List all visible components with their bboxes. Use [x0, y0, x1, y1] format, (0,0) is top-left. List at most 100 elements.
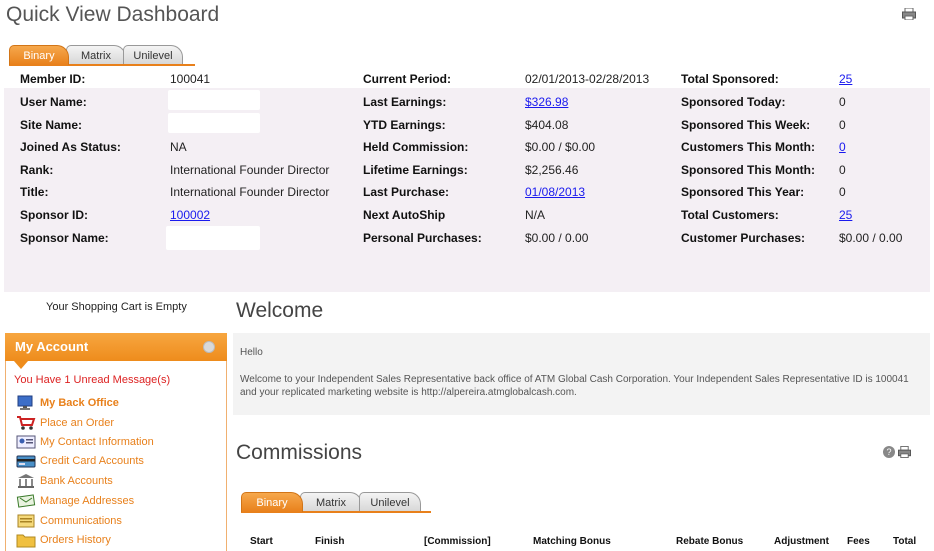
sidebar-item-contact-information[interactable]: My Contact Information: [16, 433, 154, 451]
user-name-blank: [168, 90, 260, 110]
sponsor-name-label: Sponsor Name:: [20, 231, 109, 245]
tab-binary[interactable]: Binary: [9, 45, 69, 65]
sidebar-item-label: Place an Order: [40, 417, 114, 429]
sidebar-item-bank-accounts[interactable]: Bank Accounts: [16, 472, 113, 490]
lifetime-earnings-label: Lifetime Earnings:: [363, 163, 468, 177]
lifetime-earnings-value: $2,256.46: [525, 163, 579, 177]
tab-unilevel[interactable]: Unilevel: [123, 45, 183, 65]
sidebar-item-manage-addresses[interactable]: Manage Addresses: [16, 492, 134, 510]
sidebar-item-place-order[interactable]: Place an Order: [16, 414, 114, 432]
welcome-message: Welcome to your Independent Sales Repres…: [240, 374, 909, 398]
tab-matrix[interactable]: Matrix: [300, 492, 362, 512]
customers-month-link[interactable]: 0: [839, 140, 846, 154]
my-account-header[interactable]: My Account: [5, 333, 227, 361]
monitor-icon: [17, 395, 33, 410]
credit-card-icon: [16, 455, 36, 468]
title-label: Title:: [20, 185, 49, 199]
sidebar-item-label: My Back Office: [40, 397, 119, 409]
column-header-total: Total: [893, 536, 917, 547]
cart-icon: [17, 416, 36, 430]
sponsored-week-label: Sponsored This Week:: [681, 118, 811, 132]
sidebar-item-credit-card-accounts[interactable]: Credit Card Accounts: [16, 452, 144, 470]
held-commission-label: Held Commission:: [363, 140, 469, 154]
sidebar-item-communications[interactable]: Communications: [16, 512, 122, 530]
rank-label: Rank:: [20, 163, 54, 177]
sponsor-id-label: Sponsor ID:: [20, 208, 88, 222]
column-header-matching-bonus: Matching Bonus: [533, 536, 611, 547]
title-value: International Founder Director: [170, 185, 330, 199]
site-name-blank: [168, 113, 260, 133]
commissions-tabs: Binary Matrix Unilevel: [241, 492, 421, 512]
personal-purchases-value: $0.00 / 0.00: [525, 231, 589, 245]
column-header-fees: Fees: [847, 536, 870, 547]
help-icon[interactable]: ?: [883, 446, 895, 458]
top-tabs: Binary Matrix Unilevel: [9, 45, 183, 65]
sidebar-item-label: My Contact Information: [40, 436, 154, 448]
print-icon[interactable]: [902, 8, 916, 20]
member-id-label: Member ID:: [20, 72, 86, 86]
my-account-title: My Account: [15, 339, 89, 354]
sponsored-week-value: 0: [839, 118, 846, 132]
bank-icon: [18, 474, 34, 488]
collapse-toggle-icon[interactable]: [203, 341, 215, 353]
customer-purchases-value: $0.00 / 0.00: [839, 231, 903, 245]
current-period-value: 02/01/2013-02/28/2013: [525, 72, 650, 86]
communications-icon: [17, 514, 35, 528]
column-header-adjustment: Adjustment: [774, 536, 829, 547]
column-header-commission: [Commission]: [424, 536, 491, 547]
joined-status-value: NA: [170, 140, 187, 154]
total-customers-link[interactable]: 25: [839, 208, 852, 222]
shopping-cart-status: Your Shopping Cart is Empty: [46, 301, 187, 313]
sidebar-item-label: Manage Addresses: [40, 495, 135, 507]
print-icon[interactable]: [898, 446, 911, 458]
tab-matrix[interactable]: Matrix: [66, 45, 126, 65]
sponsored-year-value: 0: [839, 185, 846, 199]
total-customers-label: Total Customers:: [681, 208, 779, 222]
contact-card-icon: [16, 435, 36, 449]
sidebar-item-my-back-office[interactable]: My Back Office: [16, 394, 119, 412]
sidebar-item-label: Orders History: [40, 534, 111, 546]
last-purchase-label: Last Purchase:: [363, 185, 450, 199]
sponsor-name-blank: [166, 226, 260, 250]
rank-value: International Founder Director: [170, 163, 330, 177]
welcome-hello: Hello: [240, 347, 263, 358]
ytd-earnings-label: YTD Earnings:: [363, 118, 446, 132]
sidebar-item-label: Communications: [40, 515, 122, 527]
sidebar-item-orders-history[interactable]: Orders History: [16, 531, 111, 549]
tab-binary[interactable]: Binary: [241, 492, 303, 512]
held-commission-value: $0.00 / $0.00: [525, 140, 596, 154]
current-period-label: Current Period:: [363, 72, 452, 86]
user-name-label: User Name:: [20, 95, 87, 109]
sponsored-today-label: Sponsored Today:: [681, 95, 786, 109]
site-name-label: Site Name:: [20, 118, 83, 132]
total-sponsored-link[interactable]: 25: [839, 72, 852, 86]
customers-month-label: Customers This Month:: [681, 140, 815, 154]
last-earnings-link[interactable]: $326.98: [525, 95, 568, 109]
member-info-panel: [4, 66, 930, 292]
tab-unilevel[interactable]: Unilevel: [359, 492, 421, 512]
commissions-title: Commissions: [236, 441, 363, 464]
welcome-title: Welcome: [236, 299, 324, 322]
folder-icon: [16, 534, 36, 548]
next-autoship-value: N/A: [525, 208, 546, 222]
sponsor-id-link[interactable]: 100002: [170, 208, 210, 222]
column-header-finish: Finish: [315, 536, 345, 547]
next-autoship-label: Next AutoShip: [363, 208, 446, 222]
address-icon: [16, 494, 36, 508]
column-header-start: Start: [250, 536, 273, 547]
sponsored-month-value: 0: [839, 163, 846, 177]
commissions-tools: ?: [883, 446, 911, 458]
sponsored-month-label: Sponsored This Month:: [681, 163, 815, 177]
unread-messages-link[interactable]: You Have 1 Unread Message(s): [14, 374, 170, 386]
account-header-notch: [14, 361, 28, 369]
last-purchase-link[interactable]: 01/08/2013: [525, 185, 585, 199]
total-sponsored-label: Total Sponsored:: [681, 72, 779, 86]
sidebar-item-label: Bank Accounts: [40, 475, 113, 487]
ytd-earnings-value: $404.08: [525, 118, 569, 132]
personal-purchases-label: Personal Purchases:: [363, 231, 482, 245]
member-id-value: 100041: [170, 72, 211, 86]
sponsored-year-label: Sponsored This Year:: [681, 185, 805, 199]
info-row-stripe: [4, 66, 930, 88]
sponsored-today-value: 0: [839, 95, 846, 109]
page-title: Quick View Dashboard: [6, 3, 220, 26]
